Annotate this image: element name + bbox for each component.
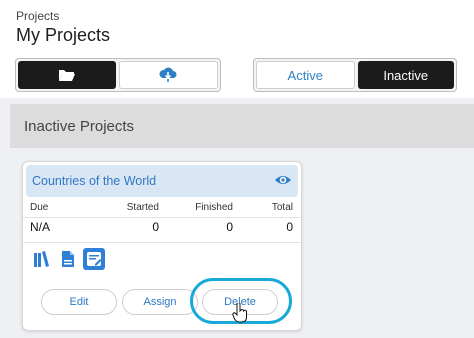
- eye-icon[interactable]: [274, 173, 292, 187]
- open-folder-button[interactable]: [18, 61, 116, 89]
- folder-open-icon: [58, 70, 75, 81]
- breadcrumb[interactable]: Projects: [16, 9, 59, 23]
- total-label: Total: [271, 202, 293, 213]
- cloud-download-icon: [159, 67, 177, 82]
- section-title: Inactive Projects: [24, 118, 135, 135]
- page-header: Projects My Projects: [0, 0, 474, 53]
- finished-value: 0: [226, 220, 233, 234]
- started-label: Started: [126, 202, 159, 213]
- document-icon: [62, 251, 74, 267]
- project-card-header: Countries of the World: [26, 165, 298, 197]
- stats-value-row: N/A 0 0 0: [23, 220, 301, 240]
- finished-label: Finished: [195, 202, 233, 213]
- books-icon: [34, 251, 49, 267]
- project-tools: [31, 248, 105, 270]
- stats-divider-top: [23, 217, 301, 218]
- stats-divider-bottom: [23, 242, 301, 243]
- section-header: Inactive Projects: [10, 104, 474, 148]
- tab-active[interactable]: Active: [256, 61, 355, 89]
- project-title[interactable]: Countries of the World: [32, 174, 156, 188]
- view-mode-group: [15, 58, 221, 92]
- books-tool[interactable]: [31, 248, 53, 270]
- download-button[interactable]: [118, 61, 218, 89]
- tab-inactive[interactable]: Inactive: [357, 61, 454, 89]
- started-value: 0: [152, 220, 159, 234]
- edit-note-icon: [87, 252, 102, 266]
- total-value: 0: [286, 220, 293, 234]
- stats-header-row: Due Started Finished Total: [23, 202, 301, 217]
- status-filter-group: Active Inactive: [253, 58, 457, 92]
- edit-note-tool[interactable]: [83, 248, 105, 270]
- hand-pointer-icon: [232, 303, 247, 323]
- due-value: N/A: [30, 220, 51, 234]
- document-tool[interactable]: [57, 248, 79, 270]
- page-title: My Projects: [16, 25, 111, 45]
- due-label: Due: [30, 202, 49, 213]
- edit-button[interactable]: Edit: [41, 289, 117, 315]
- assign-button[interactable]: Assign: [122, 289, 198, 315]
